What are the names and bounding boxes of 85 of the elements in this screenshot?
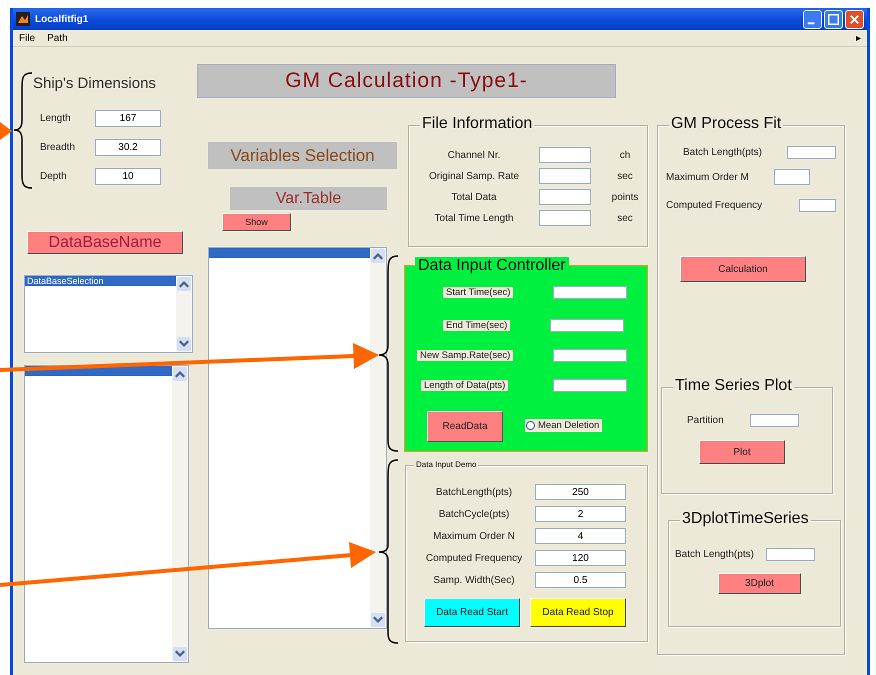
radio-label: Mean Deletion (538, 420, 600, 431)
unit-label: ch (618, 150, 632, 160)
read-data-button[interactable]: ReadData (427, 411, 503, 442)
field-label: Depth (40, 171, 68, 182)
table-heading: Var.Table (230, 187, 387, 210)
input-field[interactable] (774, 169, 810, 185)
field-label: Length of Data(pts) (421, 380, 508, 390)
field-label: Length (40, 113, 72, 124)
field-label: BatchCycle(pts) (438, 508, 510, 520)
menu-item[interactable]: Path (47, 32, 68, 44)
data-read-button[interactable]: Data Read Start (424, 598, 520, 627)
calculation-button[interactable]: Calculation (680, 256, 806, 282)
section-title: Ship's Dimensions (33, 75, 156, 92)
field-label: Total Data (450, 192, 498, 202)
field-label: Batch Length(pts) (675, 549, 754, 560)
variable-listbox[interactable] (208, 247, 387, 629)
unit-label: sec (616, 212, 634, 224)
field-label: Total Time Length (434, 212, 514, 224)
input-field[interactable]: 10 (95, 168, 161, 185)
section-heading: Variables Selection (208, 142, 397, 169)
input-field[interactable]: 0.5 (535, 572, 626, 588)
input-field[interactable] (750, 414, 799, 427)
field-label: End Time(sec) (443, 320, 510, 330)
input-field[interactable] (550, 318, 624, 332)
scroll-up-icon[interactable] (371, 249, 385, 263)
unit-label: points (610, 192, 640, 202)
panel-title: Data Input Controller (415, 257, 569, 275)
app-icon (16, 12, 30, 26)
field-label: Computed Frequency (666, 200, 762, 211)
field-label: Maximum Order M (666, 172, 749, 182)
field-label: Batch Length(pts) (683, 147, 762, 158)
input-field[interactable] (766, 548, 815, 561)
page-heading: GM Calculation -Type1- (197, 64, 616, 98)
plot-button[interactable]: Plot (699, 440, 785, 464)
scroll-down-icon[interactable] (371, 613, 385, 627)
input-field[interactable]: 4 (535, 528, 626, 544)
scrollbar[interactable] (176, 276, 192, 352)
menu-item[interactable]: File (19, 32, 36, 44)
scrollbar[interactable] (370, 248, 386, 628)
database-listbox[interactable]: DataBaseSelection (24, 275, 193, 353)
minimize-icon[interactable] (803, 10, 822, 28)
field-label: Breadth (40, 142, 76, 153)
plot-3d-button[interactable]: 3Dplot (718, 573, 801, 594)
input-field[interactable] (539, 168, 591, 184)
field-label: Partition (687, 415, 724, 426)
radio-option[interactable]: Mean Deletion (525, 419, 602, 432)
field-label: Maximum Order N (432, 530, 516, 542)
unit-label: sec (616, 170, 634, 182)
scroll-down-icon[interactable] (173, 647, 187, 661)
scroll-up-icon[interactable] (177, 277, 191, 291)
scroll-up-icon[interactable] (173, 367, 187, 381)
radio-button[interactable] (526, 421, 535, 430)
close-icon[interactable] (845, 10, 864, 28)
maximize-icon[interactable] (824, 10, 843, 28)
file-listbox[interactable] (24, 365, 189, 663)
input-field[interactable] (539, 189, 591, 205)
field-label: Computed Frequency (424, 552, 524, 564)
group-title: 3DplotTimeSeries (680, 510, 811, 528)
scroll-down-icon[interactable] (177, 337, 191, 351)
input-field[interactable] (553, 378, 627, 392)
field-label: BatchLength(pts) (434, 486, 514, 498)
pointer-arrow (0, 122, 12, 140)
input-field[interactable]: 250 (535, 484, 626, 500)
input-field[interactable]: 2 (535, 506, 626, 522)
field-label: Original Samp. Rate (428, 170, 520, 182)
input-field[interactable] (787, 146, 836, 159)
data-read-button[interactable]: Data Read Stop (530, 598, 626, 627)
window-title: Localfitfig1 (35, 14, 90, 24)
input-field[interactable] (553, 348, 627, 362)
field-label: New Samp.Rate(sec) (417, 350, 514, 360)
input-field[interactable] (799, 199, 836, 212)
scrollbar[interactable] (172, 366, 188, 662)
dock-arrow-icon[interactable] (856, 36, 861, 40)
input-field[interactable] (553, 286, 627, 298)
input-field[interactable]: 30.2 (95, 139, 161, 156)
field-label: Channel Nr. (446, 150, 502, 160)
list-item[interactable]: DataBaseSelection (25, 276, 176, 286)
field-label: Samp. Width(Sec) (432, 574, 516, 586)
input-field[interactable]: 120 (535, 550, 626, 566)
show-button[interactable]: Show (222, 213, 291, 231)
input-field[interactable]: 167 (95, 110, 161, 127)
input-field[interactable] (539, 147, 591, 163)
field-label: Start Time(sec) (443, 286, 514, 298)
group-title: Data Input Demo (414, 460, 478, 469)
input-field[interactable] (539, 210, 591, 226)
